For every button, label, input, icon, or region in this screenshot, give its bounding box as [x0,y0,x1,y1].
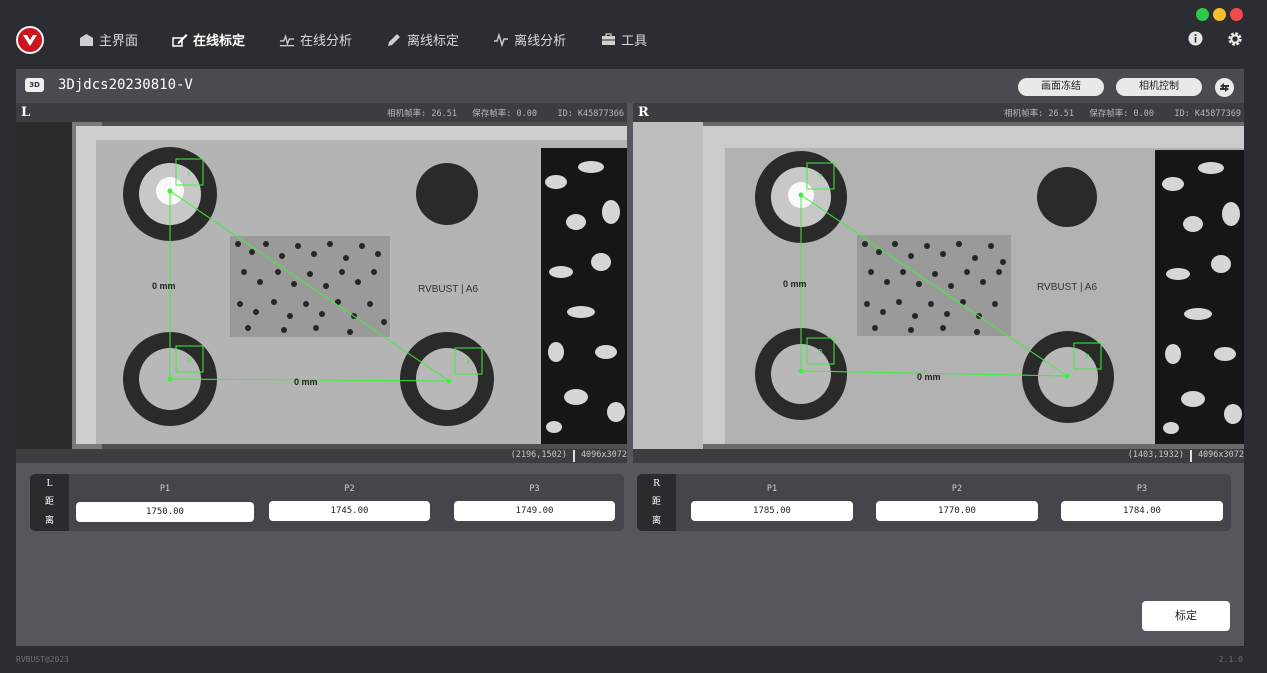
info-icon[interactable] [1187,30,1204,47]
divider [573,450,575,462]
distance-field-p3: P3 1784.00 [1061,474,1223,531]
distance-label-bottom: 0 mm [917,372,941,382]
field-label: P1 [766,484,778,494]
distance-input[interactable]: 1784.00 [1061,501,1223,521]
top-right-actions [1187,30,1243,47]
distance-label-left: 0 mm [783,279,807,289]
pulse-icon [493,32,509,48]
distance-char-2: 离 [44,516,54,527]
image-resolution: 4096x3072 [580,450,627,460]
main-nav: 主界面 在线标定 在线分析 离线标定 离线分析 工具 [78,30,681,49]
gear-icon[interactable] [1226,30,1243,47]
3d-badge: 3D [25,78,44,92]
distance-field-p1: P1 1750.00 [76,474,254,531]
image-resolution: 4096x3072 [1197,450,1244,460]
right-camera-view: R 相机帧率: 26.51 保存帧率: 0.00 ID: K45877369 R… [633,103,1244,463]
camera-control-button[interactable]: 相机控制 [1116,78,1202,96]
field-label: P3 [529,484,540,494]
target-brand-text: RVBUST | A6 [418,284,478,295]
camera-footer: (1403,1932) 4096x3072 [633,449,1244,463]
nav-home[interactable]: 主界面 [78,30,138,49]
distance-char-2: 离 [651,516,661,527]
divider [1190,450,1192,462]
side-letter: R [653,478,660,489]
freeze-button[interactable]: 画面冻结 [1018,78,1104,96]
camera-image[interactable]: RVBUST | A6 Y O X 0 mm 0 mm [633,122,1244,449]
nav-offline-calibration[interactable]: 离线标定 [386,30,459,49]
camera-header: R 相机帧率: 26.51 保存帧率: 0.00 ID: K45877369 [633,103,1244,122]
chart-pulse-icon [279,32,295,48]
camera-stats: 相机帧率: 26.51 保存帧率: 0.00 ID: K45877366 [387,109,624,119]
distance-field-p1: P1 1785.00 [691,474,853,531]
left-distance-panel: L 距 离 P1 1750.00 P2 1745.00 P3 1749.00 [30,474,624,531]
nav-label: 在线分析 [300,34,353,49]
distance-label-bottom: 0 mm [294,377,318,387]
calibrate-button[interactable]: 标定 [1142,601,1230,631]
distance-input[interactable]: 1749.00 [454,501,615,521]
field-label: P1 [159,484,171,494]
distance-label-left: 0 mm [152,281,176,291]
camera-image[interactable]: RVBUST | A6 Y O X 0 mm 0 mm [16,122,627,449]
device-name: 3Djdcs20230810-V [58,77,193,93]
field-label: P2 [951,484,963,494]
distance-field-p2: P2 1770.00 [876,474,1038,531]
field-label: P2 [344,484,355,494]
nav-label: 工具 [621,34,648,49]
nav-label: 在线标定 [193,34,246,49]
camera-stats: 相机帧率: 26.51 保存帧率: 0.00 ID: K45877369 [1004,109,1241,119]
pencil-icon [386,32,402,48]
toolbox-icon [600,32,616,48]
distance-char-1: 距 [44,497,54,508]
nav-label: 主界面 [99,34,139,49]
camera-header: L 相机帧率: 26.51 保存帧率: 0.00 ID: K45877366 [16,103,627,122]
camera-footer: (2196,1502) 4096x3072 [16,449,627,463]
cursor-coordinate: (1403,1932) [1127,450,1184,460]
distance-input[interactable]: 1770.00 [876,501,1038,521]
home-icon [78,32,94,48]
distance-input[interactable]: 1750.00 [76,502,254,522]
nav-offline-analysis[interactable]: 离线分析 [493,30,566,49]
app-logo [16,26,44,54]
calibration-panel: 3D 3Djdcs20230810-V 画面冻结 相机控制 L 相机帧率: 26… [16,69,1244,646]
nav-tools[interactable]: 工具 [600,30,647,49]
distance-input[interactable]: 1785.00 [691,501,853,521]
swap-icon [1219,78,1230,97]
distance-field-p3: P3 1749.00 [454,474,615,531]
right-distance-panel: R 距 离 P1 1785.00 P2 1770.00 P3 1784.00 [637,474,1231,531]
field-label: P3 [1136,484,1148,494]
nav-label: 离线标定 [407,34,460,49]
distance-field-p2: P2 1745.00 [269,474,430,531]
copyright-text: RVBUST@2023 [16,655,69,664]
edit-icon [172,32,188,48]
version-text: 2.1.0 [1218,655,1243,664]
distance-side-label: R 距 离 [637,474,676,531]
swap-button[interactable] [1215,78,1234,97]
distance-side-label: L 距 离 [30,474,69,531]
top-navigation: 主界面 在线标定 在线分析 离线标定 离线分析 工具 [0,18,1267,62]
cursor-coordinate: (2196,1502) [510,450,567,460]
distance-char-1: 距 [651,497,661,508]
camera-side-label: R [638,105,649,120]
box-label-o: O [818,348,822,356]
distance-input[interactable]: 1745.00 [269,501,430,521]
target-brand-text: RVBUST | A6 [1037,282,1097,293]
device-header: 3D 3Djdcs20230810-V 画面冻结 相机控制 [16,69,1244,103]
box-label-o: O [187,356,191,364]
side-letter: L [46,478,53,489]
left-camera-view: L 相机帧率: 26.51 保存帧率: 0.00 ID: K45877366 R… [16,103,627,463]
nav-label: 离线分析 [514,34,567,49]
nav-online-analysis[interactable]: 在线分析 [279,30,352,49]
nav-online-calibration[interactable]: 在线标定 [172,30,245,49]
camera-side-label: L [21,105,31,120]
